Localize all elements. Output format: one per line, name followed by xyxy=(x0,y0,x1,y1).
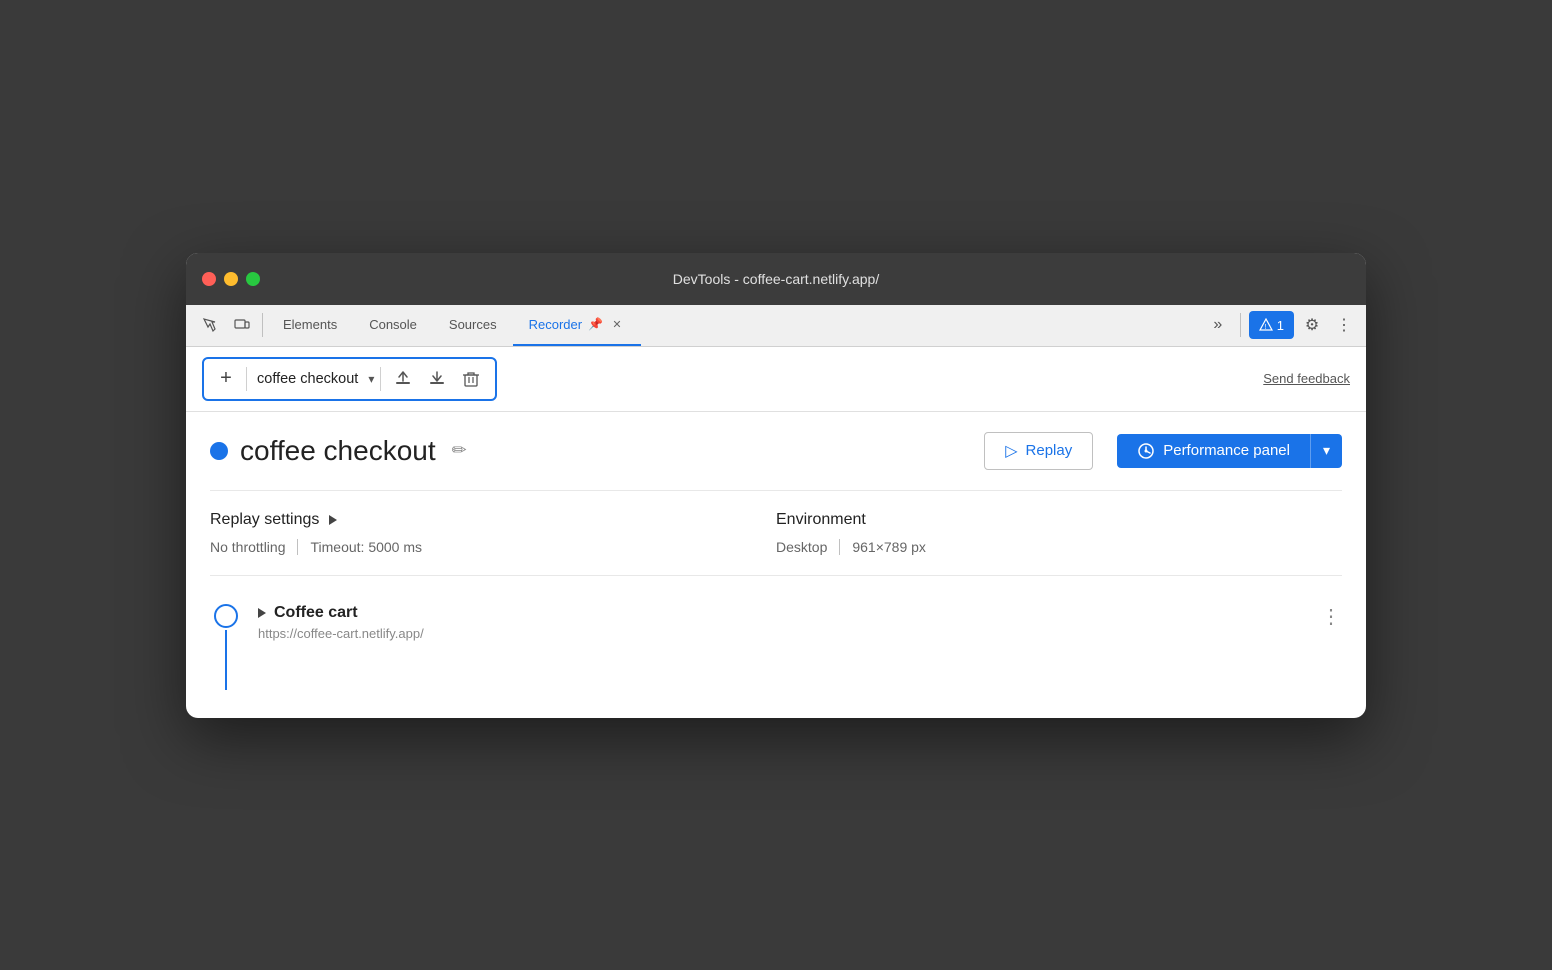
step-title-text: Coffee cart xyxy=(274,604,358,622)
tab-recorder[interactable]: Recorder 📌 ✕ xyxy=(513,304,641,346)
recording-selector: + coffee checkout ▾ xyxy=(202,357,497,401)
settings-button[interactable]: ⚙ xyxy=(1298,311,1326,339)
recording-status-dot xyxy=(210,442,228,460)
more-options-button[interactable]: ⋮ xyxy=(1330,311,1358,339)
device-toggle-button[interactable] xyxy=(226,309,258,341)
tab-recorder-close[interactable]: ✕ xyxy=(609,316,625,332)
devtools-tabs: Elements Console Sources Recorder 📌 ✕ xyxy=(267,304,1204,346)
step-title: Coffee cart xyxy=(258,604,1305,622)
tab-elements-label: Elements xyxy=(283,317,337,332)
step-circle xyxy=(214,604,238,628)
tab-console-label: Console xyxy=(369,317,417,332)
replay-label: Replay xyxy=(1026,442,1073,459)
step-expand-icon[interactable] xyxy=(258,608,266,618)
replay-settings-title[interactable]: Replay settings xyxy=(210,511,776,529)
steps-section: Coffee cart https://coffee-cart.netlify.… xyxy=(210,576,1342,718)
more-tabs-label: » xyxy=(1213,316,1222,334)
replay-play-icon: ▷ xyxy=(1005,441,1017,461)
tab-sources-label: Sources xyxy=(449,317,497,332)
replay-settings-label: Replay settings xyxy=(210,511,319,529)
performance-panel-dropdown-button[interactable]: ▾ xyxy=(1311,434,1342,468)
inspect-element-button[interactable] xyxy=(194,309,226,341)
settings-section: Replay settings No throttling Timeout: 5… xyxy=(210,491,1342,576)
titlebar: DevTools - coffee-cart.netlify.app/ xyxy=(186,253,1366,305)
selector-divider xyxy=(246,367,247,391)
settings-value-divider xyxy=(297,539,298,555)
toolbar-right: » ! 1 ⚙ ⋮ xyxy=(1204,311,1358,339)
resolution-value: 961×789 px xyxy=(852,539,926,555)
performance-panel-group: Performance panel ▾ xyxy=(1117,434,1342,468)
delete-recording-button[interactable] xyxy=(455,363,487,395)
devtools-toolbar: Elements Console Sources Recorder 📌 ✕ » xyxy=(186,305,1366,347)
close-button[interactable] xyxy=(202,272,216,286)
environment-values: Desktop 961×789 px xyxy=(776,539,1342,555)
step-menu-button[interactable]: ⋮ xyxy=(1321,604,1342,629)
edit-title-icon[interactable]: ✏ xyxy=(452,440,467,461)
recording-title: coffee checkout xyxy=(240,435,436,467)
more-tabs-button[interactable]: » xyxy=(1204,311,1232,339)
pin-icon: 📌 xyxy=(588,317,603,331)
selector-divider-2 xyxy=(380,367,381,391)
dropdown-arrow-icon: ▾ xyxy=(1323,442,1330,458)
tab-console[interactable]: Console xyxy=(353,304,433,346)
replay-settings-expand-icon xyxy=(329,515,337,525)
add-recording-button[interactable]: + xyxy=(212,365,240,393)
throttling-value: No throttling xyxy=(210,539,285,555)
step-content: Coffee cart https://coffee-cart.netlify.… xyxy=(258,604,1305,641)
devtools-window: DevTools - coffee-cart.netlify.app/ Elem… xyxy=(186,253,1366,718)
minimize-button[interactable] xyxy=(224,272,238,286)
settings-right: Environment Desktop 961×789 px xyxy=(776,511,1342,555)
settings-left: Replay settings No throttling Timeout: 5… xyxy=(210,511,776,555)
svg-text:!: ! xyxy=(1264,324,1266,331)
toolbar-divider-1 xyxy=(262,313,263,337)
performance-panel-label: Performance panel xyxy=(1163,442,1290,459)
traffic-lights xyxy=(202,272,260,286)
import-button[interactable] xyxy=(421,363,453,395)
gear-icon: ⚙ xyxy=(1305,315,1319,335)
window-title: DevTools - coffee-cart.netlify.app/ xyxy=(673,271,879,287)
issues-badge-button[interactable]: ! 1 xyxy=(1249,311,1294,339)
step-line xyxy=(225,630,227,690)
chevron-down-icon[interactable]: ▾ xyxy=(368,372,374,386)
maximize-button[interactable] xyxy=(246,272,260,286)
environment-title: Environment xyxy=(776,511,1342,529)
badge-count: 1 xyxy=(1277,318,1284,333)
send-feedback-link[interactable]: Send feedback xyxy=(1263,371,1350,386)
environment-label: Environment xyxy=(776,511,866,529)
export-button[interactable] xyxy=(387,363,419,395)
more-icon: ⋮ xyxy=(1336,315,1352,335)
recording-header: coffee checkout ✏ ▷ Replay Performance p… xyxy=(210,432,1342,491)
tab-sources[interactable]: Sources xyxy=(433,304,513,346)
recorder-action-buttons xyxy=(387,363,487,395)
replay-button[interactable]: ▷ Replay xyxy=(984,432,1093,470)
recorder-main: coffee checkout ✏ ▷ Replay Performance p… xyxy=(186,412,1366,718)
replay-settings-values: No throttling Timeout: 5000 ms xyxy=(210,539,776,555)
step-node-col xyxy=(210,604,242,690)
environment-divider xyxy=(839,539,840,555)
performance-panel-button[interactable]: Performance panel xyxy=(1117,434,1311,468)
tab-elements[interactable]: Elements xyxy=(267,304,353,346)
tab-recorder-label: Recorder xyxy=(529,317,582,332)
step-url: https://coffee-cart.netlify.app/ xyxy=(258,626,1305,641)
device-value: Desktop xyxy=(776,539,827,555)
step-item: Coffee cart https://coffee-cart.netlify.… xyxy=(210,596,1342,698)
recorder-toolbar: + coffee checkout ▾ xyxy=(186,347,1366,412)
timeout-value: Timeout: 5000 ms xyxy=(310,539,422,555)
recording-name-display: coffee checkout xyxy=(253,371,362,387)
toolbar-divider-2 xyxy=(1240,313,1241,337)
add-icon: + xyxy=(220,367,232,390)
